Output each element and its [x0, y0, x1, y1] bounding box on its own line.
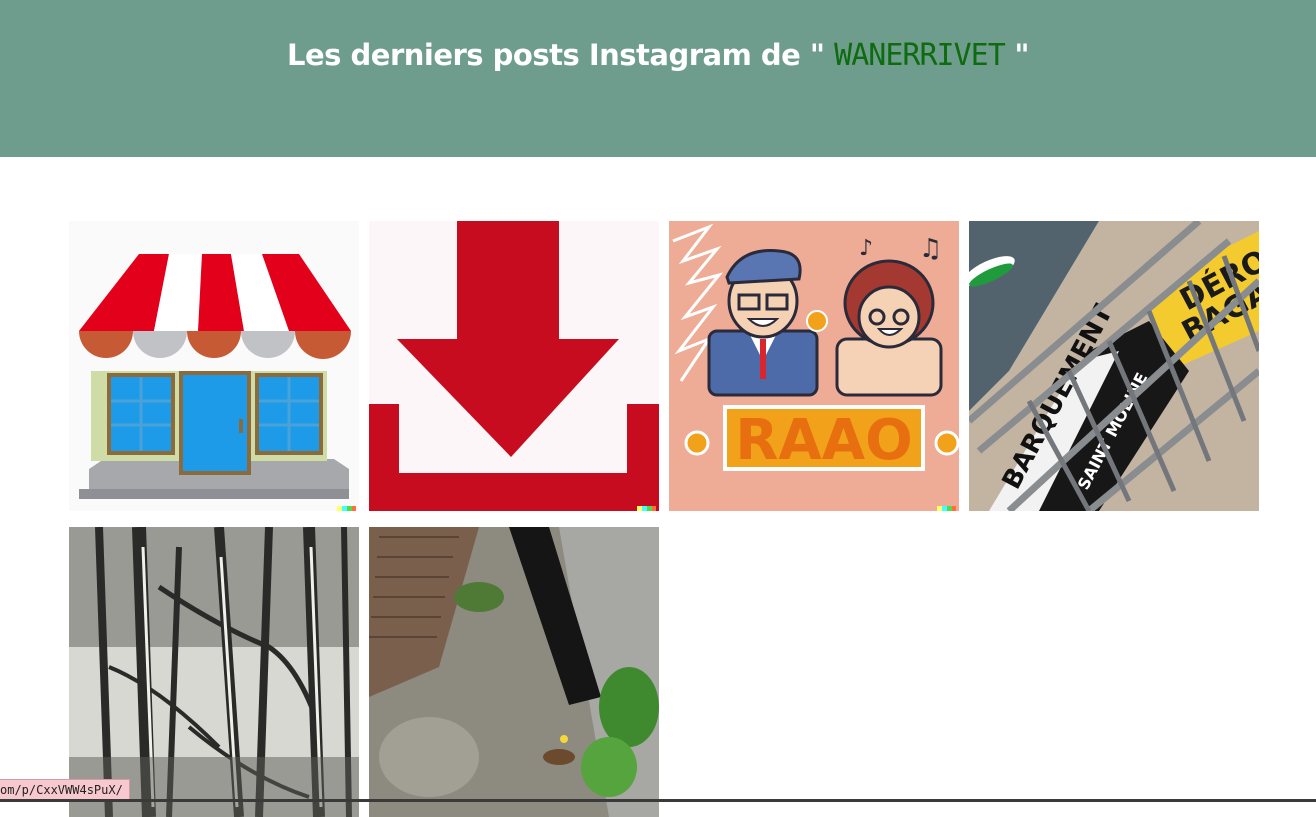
post-tile-pavement[interactable]	[369, 527, 659, 817]
barrier-image: DÉROS BAGAG BARQUEMENT SAINT MOLINE	[969, 221, 1259, 511]
post-tile-raao[interactable]: ♪ ♫ RAAO	[669, 221, 959, 511]
pavement-image	[369, 527, 659, 817]
page-title: Les derniers posts Instagram de " WANERR…	[0, 38, 1316, 73]
page-header: Les derniers posts Instagram de " WANERR…	[0, 0, 1316, 157]
status-bar-url: om/p/CxxVWW4sPuX/	[0, 779, 130, 801]
post-tile-forest[interactable]	[69, 527, 359, 817]
raao-image: ♪ ♫ RAAO	[669, 221, 959, 511]
shop-image	[69, 221, 359, 511]
forest-image	[69, 527, 359, 817]
svg-text:♫: ♫	[919, 234, 942, 264]
title-prefix: Les derniers posts Instagram de "	[287, 38, 835, 72]
post-tile-download[interactable]	[369, 221, 659, 511]
username-link[interactable]: WANERRIVET	[834, 38, 1006, 73]
post-tile-barrier[interactable]: DÉROS BAGAG BARQUEMENT SAINT MOLINE	[969, 221, 1259, 511]
download-image	[369, 221, 659, 511]
raao-image-text: RAAO	[735, 408, 912, 473]
title-suffix: "	[1004, 38, 1029, 72]
post-tile-shop[interactable]	[69, 221, 359, 511]
svg-text:♪: ♪	[859, 236, 873, 261]
